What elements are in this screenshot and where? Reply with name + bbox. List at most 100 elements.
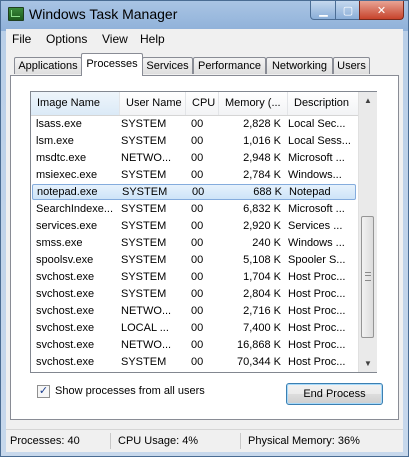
process-user: SYSTEM: [121, 356, 167, 368]
tab-users[interactable]: Users: [333, 57, 370, 74]
process-user: SYSTEM: [121, 288, 167, 300]
process-list[interactable]: Image Name User Name CPU Memory (... Des…: [30, 91, 377, 373]
process-memory: 5,108 K: [243, 254, 281, 266]
process-memory: 2,716 K: [243, 305, 281, 317]
process-user: NETWO...: [121, 305, 172, 317]
menu-file[interactable]: File: [10, 32, 33, 46]
process-name: svchost.exe: [36, 339, 95, 351]
process-cpu: 00: [191, 322, 204, 334]
process-row[interactable]: msiexec.exe SYSTEM 00 2,784 K Windows...: [32, 167, 356, 183]
status-processes: Processes: 40: [10, 435, 80, 447]
process-row[interactable]: lsass.exe SYSTEM 00 2,828 K Local Sec...: [32, 116, 356, 132]
tab-applications[interactable]: Applications: [14, 57, 82, 74]
status-bar: Processes: 40 CPU Usage: 4% Physical Mem…: [6, 429, 403, 452]
process-user: NETWO...: [121, 152, 172, 164]
process-memory: 2,828 K: [243, 118, 281, 130]
process-name: smss.exe: [36, 237, 83, 249]
process-user: NETWO...: [121, 339, 172, 351]
scroll-up-button[interactable]: ▲: [359, 92, 377, 109]
process-row[interactable]: svchost.exe SYSTEM 00 70,344 K Host Proc...: [32, 354, 356, 370]
tab-strip: Applications Processes Services Performa…: [6, 53, 403, 76]
process-cpu: 00: [191, 305, 204, 317]
process-row[interactable]: svchost.exe SYSTEM 00 2,804 K Host Proc...: [32, 286, 356, 302]
maximize-button[interactable]: ▢: [335, 1, 361, 20]
process-name: svchost.exe: [36, 288, 95, 300]
process-description: Host Proc...: [288, 322, 346, 334]
status-divider: [240, 433, 241, 449]
end-process-button[interactable]: End Process: [286, 383, 383, 405]
menu-options[interactable]: Options: [44, 32, 89, 46]
minimize-icon: ▁: [319, 4, 328, 17]
column-image-name[interactable]: Image Name: [31, 92, 120, 115]
vertical-scrollbar[interactable]: ▲ ▼: [358, 92, 377, 372]
close-button[interactable]: ✕: [359, 1, 404, 20]
process-row[interactable]: svchost.exe NETWO... 00 2,716 K Host Proc...: [32, 303, 356, 319]
minimize-button[interactable]: ▁: [310, 1, 337, 20]
scroll-thumb[interactable]: [361, 216, 374, 338]
process-name: lsass.exe: [36, 118, 82, 130]
column-user-name[interactable]: User Name: [120, 92, 186, 115]
process-row[interactable]: SearchIndexe... SYSTEM 00 6,832 K Microsoft …: [32, 201, 356, 217]
process-description: Local Sec...: [288, 118, 346, 130]
process-row[interactable]: svchost.exeSYSTEM 00 1,592 K Host Proc...: [32, 371, 356, 372]
process-description: Windows ...: [288, 237, 345, 249]
process-row[interactable]: notepad.exe SYSTEM 00 688 K Notepad: [32, 184, 356, 200]
process-description: Host Proc...: [288, 371, 353, 372]
process-cpu: 00: [191, 118, 204, 130]
process-name: svchost.exe: [36, 371, 120, 372]
process-row[interactable]: services.exe SYSTEM 00 2,920 K Services ...: [32, 218, 356, 234]
process-user: SYSTEM: [121, 220, 167, 232]
process-user: SYSTEM: [121, 237, 167, 249]
grip-icon: [365, 272, 371, 281]
menu-view[interactable]: View: [100, 32, 130, 46]
tab-processes[interactable]: Processes: [81, 53, 143, 76]
arrow-down-icon: ▼: [364, 359, 372, 368]
process-cpu: 00: [191, 356, 204, 368]
process-row[interactable]: svchost.exe LOCAL ... 00 7,400 K Host Proc..…: [32, 320, 356, 336]
process-cpu: 00: [191, 203, 204, 215]
process-row[interactable]: svchost.exe NETWO... 00 16,868 K Host Proc..…: [32, 337, 356, 353]
client-area: File Options View Help Applications Proc…: [6, 29, 403, 452]
column-description[interactable]: Description: [288, 92, 358, 115]
scroll-down-button[interactable]: ▼: [359, 355, 377, 372]
process-name: svchost.exe: [36, 322, 95, 334]
tab-networking[interactable]: Networking: [266, 57, 333, 74]
process-memory: 16,868 K: [236, 339, 281, 351]
process-row[interactable]: spoolsv.exe SYSTEM 00 5,108 K Spooler S...: [32, 252, 356, 268]
window-title: Windows Task Manager: [29, 6, 178, 22]
list-header: Image Name User Name CPU Memory (... Des…: [31, 92, 358, 116]
process-row[interactable]: lsm.exe SYSTEM 00 1,016 K Local Sess...: [32, 133, 356, 149]
process-memory: 1,592 K: [218, 371, 281, 372]
tab-services[interactable]: Services: [142, 57, 193, 74]
column-memory[interactable]: Memory (...: [219, 92, 288, 115]
process-row[interactable]: msdtc.exe NETWO... 00 2,948 K Microsoft ...: [32, 150, 356, 166]
menu-help[interactable]: Help: [138, 32, 167, 46]
process-cpu: 00: [191, 254, 204, 266]
column-cpu[interactable]: CPU: [186, 92, 219, 115]
process-memory: 2,804 K: [243, 288, 281, 300]
process-row[interactable]: smss.exe SYSTEM 00 240 K Windows ...: [32, 235, 356, 251]
process-description: Host Proc...: [288, 288, 346, 300]
process-description: Host Proc...: [288, 305, 346, 317]
process-memory: 1,704 K: [243, 271, 281, 283]
status-physical-memory: Physical Memory: 36%: [248, 435, 360, 447]
processes-panel: Image Name User Name CPU Memory (... Des…: [10, 75, 399, 420]
show-all-users-label[interactable]: Show processes from all users: [55, 385, 205, 397]
status-divider: [110, 433, 111, 449]
title-bar[interactable]: Windows Task Manager ▁ ▢ ✕: [1, 1, 408, 29]
process-user: SYSTEM: [121, 254, 167, 266]
process-memory: 1,016 K: [243, 135, 281, 147]
process-user: LOCAL ...: [121, 322, 169, 334]
process-cpu: 00: [191, 220, 204, 232]
process-cpu: 00: [191, 237, 204, 249]
process-row[interactable]: svchost.exe SYSTEM 00 1,704 K Host Proc...: [32, 269, 356, 285]
process-cpu: 00: [191, 339, 204, 351]
tab-performance[interactable]: Performance: [193, 57, 266, 74]
process-memory: 2,948 K: [243, 152, 281, 164]
process-cpu: 00: [192, 186, 205, 198]
process-user: SYSTEM: [121, 169, 167, 181]
process-name: services.exe: [36, 220, 98, 232]
process-description: Host Proc...: [288, 356, 346, 368]
show-all-users-checkbox[interactable]: ✓: [37, 385, 50, 398]
process-memory: 688 K: [253, 186, 282, 198]
